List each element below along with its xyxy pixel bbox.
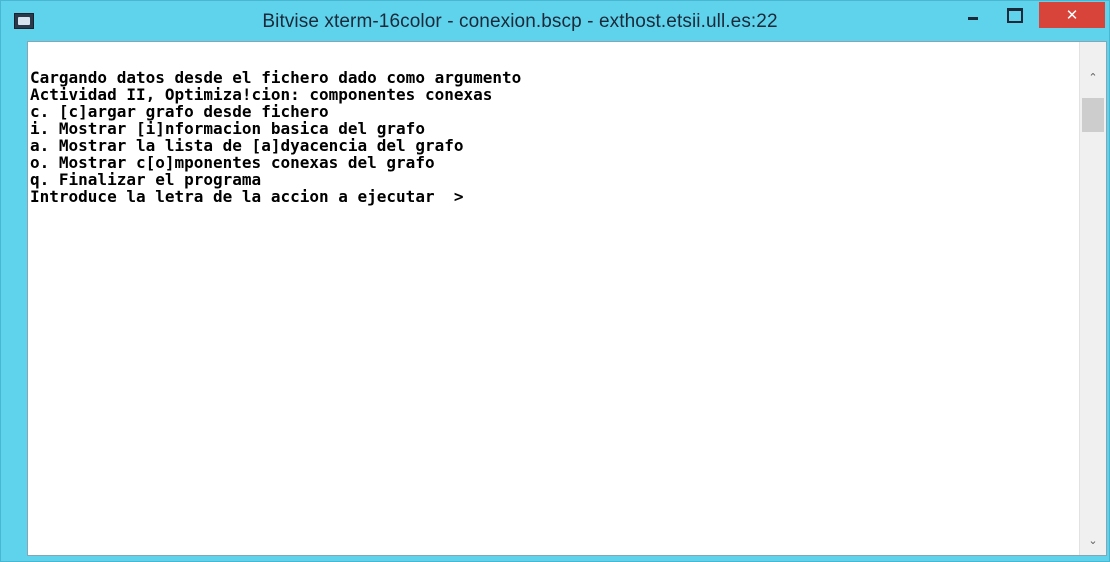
chevron-up-icon: ⌃ — [1088, 70, 1098, 84]
terminal-line: q. Finalizar el programa — [30, 170, 262, 189]
chevron-down-icon: ⌄ — [1088, 533, 1098, 547]
maximize-button[interactable] — [998, 1, 1032, 29]
vertical-scrollbar[interactable]: ⌃ ⌄ — [1079, 42, 1106, 555]
scroll-down-button[interactable]: ⌄ — [1080, 529, 1106, 551]
window-title: Bitvise xterm-16color - conexion.bscp - … — [262, 11, 778, 32]
terminal-line: Actividad II, Optimiza!cion: componentes… — [30, 85, 493, 104]
close-button[interactable]: ✕ — [1039, 2, 1105, 28]
terminal-line: c. [c]argar grafo desde fichero — [30, 102, 329, 121]
terminal-window: Bitvise xterm-16color - conexion.bscp - … — [0, 0, 1110, 562]
terminal-line: o. Mostrar c[o]mponentes conexas del gra… — [30, 153, 435, 172]
terminal-output[interactable]: Cargando datos desde el fichero dado com… — [28, 42, 1080, 555]
scrollbar-thumb[interactable] — [1082, 98, 1104, 132]
scroll-up-button[interactable]: ⌃ — [1080, 66, 1106, 88]
terminal-line: Cargando datos desde el fichero dado com… — [30, 68, 522, 87]
minimize-button[interactable] — [956, 1, 990, 29]
close-icon: ✕ — [1065, 6, 1079, 24]
terminal-line: i. Mostrar [i]nformacion basica del graf… — [30, 119, 425, 138]
maximize-icon — [1007, 7, 1023, 23]
terminal-line: a. Mostrar la lista de [a]dyacencia del … — [30, 136, 464, 155]
title-bar[interactable]: Bitvise xterm-16color - conexion.bscp - … — [1, 1, 1109, 41]
terminal-prompt-line: Introduce la letra de la accion a ejecut… — [30, 187, 464, 206]
terminal-client-area: Cargando datos desde el fichero dado com… — [27, 41, 1107, 556]
minimize-icon — [968, 16, 978, 20]
